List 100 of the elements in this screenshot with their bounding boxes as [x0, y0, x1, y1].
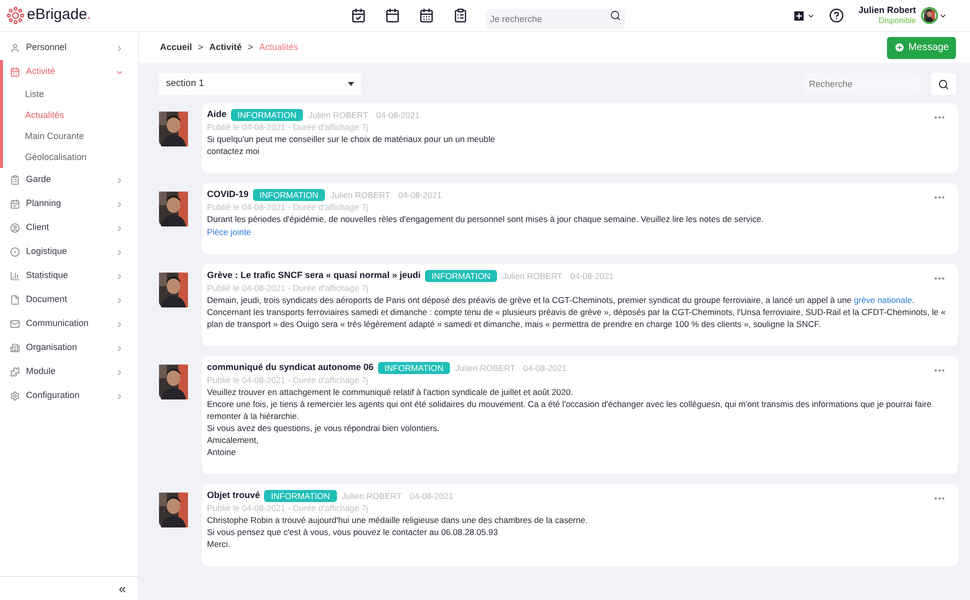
- breadcrumb-item: Actualités: [259, 40, 298, 54]
- person-icon: [10, 43, 20, 53]
- chevron-right-icon: [115, 224, 124, 232]
- post-text: Merci.: [207, 538, 232, 550]
- sidebar-item[interactable]: Organisation: [3, 336, 138, 360]
- post-title: Grève : Le trafic SNCF sera « quasi normal » jeudi: [207, 269, 421, 282]
- sidebar-item[interactable]: Garde: [3, 168, 138, 192]
- sidebar-item[interactable]: Module: [3, 360, 138, 384]
- publish-info: Publié le 04-08-2021 - Durée d'affichage 7j: [207, 502, 370, 514]
- post-author: Julien ROBERT: [330, 188, 390, 202]
- publish-info: Publié le 04-08-2021 - Durée d'affichage 7j: [207, 282, 370, 294]
- sidebar-subitem[interactable]: Liste: [3, 84, 138, 105]
- calendar-check-icon: [10, 199, 20, 209]
- post-date: 04-08-2021: [410, 490, 454, 502]
- sidebar-item[interactable]: Statistique: [3, 264, 138, 288]
- category-badge: INFORMATION: [424, 270, 498, 282]
- post-date: 04-08-2021: [523, 362, 567, 374]
- sidebar-item[interactable]: Communication: [3, 312, 138, 336]
- post-title: Aide: [207, 108, 227, 122]
- search-icon: [610, 10, 621, 20]
- sidebar-item[interactable]: Configuration: [3, 384, 138, 408]
- building-icon: [10, 343, 20, 353]
- chevron-right-icon: [115, 200, 124, 208]
- calendar-icon[interactable]: [419, 8, 434, 23]
- category-badge: INFORMATION: [264, 490, 337, 502]
- post-text: Antoine: [207, 446, 237, 458]
- attachment-link[interactable]: Pièce jointe: [207, 227, 251, 237]
- post-date: 04-08-2021: [398, 188, 442, 202]
- post-date: 04-08-2021: [570, 270, 614, 282]
- clipboard-icon[interactable]: [453, 8, 468, 23]
- calendar-icon: [10, 67, 20, 77]
- category-badge: INFORMATION: [378, 362, 450, 374]
- puzzle-icon: [10, 367, 20, 377]
- sidebar-item[interactable]: Logistique: [3, 240, 138, 264]
- plus-icon: [894, 42, 906, 53]
- chevron-right-icon: [115, 320, 124, 328]
- post-text: Si vous avez des questions, je vous répondrai bien volontiers.: [207, 422, 440, 434]
- post-text: Concernant les transports ferroviaires samedi et dimanche : compte tenu de « plusieurs préavis de grève », déposés par la CGT-Cheminots, l'Unsa ferroviaire, SUD-Rail et la CFDT-Cheminots, le « plan de transport » des Ouigo sera « très légèrement adapté » samedi et dimanche, mais « permettra de prendre en charge 100 % des clients », souligne la SNCF.: [207, 306, 947, 330]
- chevron-right-icon: [115, 344, 124, 352]
- post-title: communiqué du syndicat autonome 06: [207, 361, 374, 374]
- section-dropdown[interactable]: section 1: [159, 73, 361, 95]
- chevron-right-icon: [115, 248, 124, 256]
- logo-text: eBrigade.: [27, 5, 92, 26]
- breadcrumb-separator: >: [198, 40, 204, 54]
- target-icon: [10, 247, 20, 257]
- sidebar-item[interactable]: Document: [3, 288, 138, 312]
- sidebar-item[interactable]: Client: [3, 216, 138, 240]
- document-icon: [10, 295, 20, 305]
- chevron-right-icon: [115, 44, 124, 52]
- post-author: Julien ROBERT: [342, 490, 402, 502]
- post-text: Durant les périodes d'épidémie, de nouvelles rèles d'engagement du personnel sont mises à jour chaque semaine. Veuillez lire les notes de service.: [207, 213, 765, 225]
- post-text: Si vous pensez que c'est à vous, vous pouvez le contacter au 06.08.28.05.93: [207, 526, 499, 538]
- chevron-right-icon: [115, 392, 124, 400]
- post-author: Julien ROBERT: [502, 270, 562, 282]
- post-text: Veuillez trouver en attachgement le communiqué relatif à l'action syndicale de juillet et août 2020.: [207, 386, 574, 398]
- sidebar-item[interactable]: Planning: [3, 192, 138, 216]
- post-text: Si quelqu'un peut me conseiller sur le choix de matériaux pour un un meuble: [207, 133, 496, 145]
- logo-icon: [6, 6, 25, 25]
- search-field[interactable]: Recherche: [804, 73, 920, 95]
- breadcrumb-item[interactable]: Accueil: [160, 40, 192, 54]
- sidebar-subitem[interactable]: Main Courante: [3, 126, 138, 147]
- clipboard-icon: [10, 175, 20, 185]
- settings-icon: [10, 391, 20, 401]
- plus-icon: [792, 8, 806, 22]
- post-title: COVID-19: [207, 188, 249, 202]
- post-text: Demain, jeudi, trois syndicats des aéroports de Paris ont déposé des préavis de grève et la CGT-Cheminots, premier syndicat du groupe ferroviaire, a lancé un appel à une grève nationale.: [207, 294, 916, 306]
- help-icon[interactable]: [829, 8, 844, 23]
- chevron-right-icon: [115, 272, 124, 280]
- post-date: 04-08-2021: [376, 108, 420, 122]
- post-text: contactez moi: [207, 145, 260, 157]
- user-name: Julien Robert: [858, 5, 916, 16]
- category-badge: INFORMATION: [230, 109, 304, 121]
- search-button[interactable]: [931, 73, 956, 95]
- bar-chart-icon: [10, 271, 20, 281]
- collapse-sidebar-button[interactable]: «: [118, 582, 126, 595]
- chevron-right-icon: [115, 296, 124, 304]
- category-badge: INFORMATION: [252, 189, 326, 201]
- breadcrumb-separator: >: [248, 40, 254, 54]
- calendar-check-icon[interactable]: [351, 8, 366, 23]
- calendar-icon[interactable]: [385, 8, 400, 23]
- text-link[interactable]: grève nationale: [854, 295, 912, 305]
- sidebar-item[interactable]: Personnel: [3, 36, 138, 60]
- post-text: Amicalement,: [207, 434, 260, 446]
- post-author: Julien ROBERT: [308, 108, 368, 122]
- post-author: Julien ROBERT: [455, 362, 516, 374]
- post-text: Christophe Robin a trouvé aujourd'hui une médaille religieuse dans une des chambres de la caserne.: [207, 514, 589, 526]
- user-circle-icon: [10, 223, 20, 233]
- mail-icon: [10, 319, 20, 329]
- add-button[interactable]: [792, 8, 816, 22]
- chevron-right-icon: [115, 368, 124, 376]
- breadcrumb-item[interactable]: Activité: [209, 40, 242, 54]
- global-search-field[interactable]: Je recherche: [486, 8, 625, 28]
- publish-info: Publié le 04-08-2021 - Durée d'affichage 7j: [207, 121, 370, 133]
- sidebar-subitem[interactable]: Géolocalisation: [3, 147, 138, 168]
- search-icon: [938, 78, 949, 90]
- user-status: Disponible: [878, 16, 916, 26]
- publish-info: Publié le 04-08-2021 - Durée d'affichage 7j: [207, 201, 370, 213]
- post-title: Objet trouvé: [207, 489, 260, 502]
- chevron-right-icon: [115, 176, 124, 184]
- post-text: Encore une fois, je tiens à remercier les agents qui ont été solidaires du mouvement. Ca a été l'occasion d'échanger avec les collèguesn, qui m'ont transmis des informations que je pourrai faire remonter à la hiérarchie.: [207, 398, 932, 422]
